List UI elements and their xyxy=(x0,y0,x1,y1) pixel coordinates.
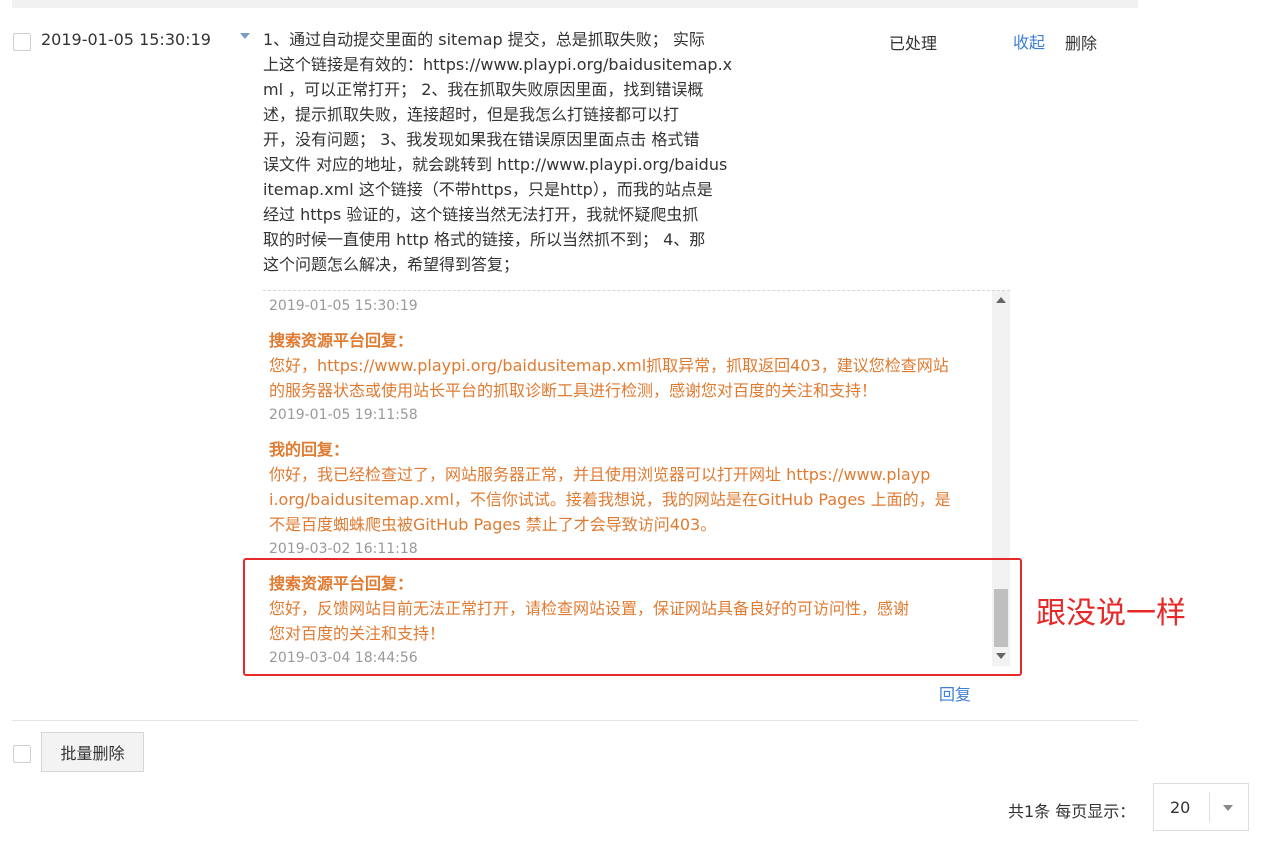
reply-time: 2019-03-02 16:11:18 xyxy=(269,541,418,557)
scrollbar-thumb[interactable] xyxy=(994,589,1008,647)
content-line: ml ，可以正常打开； 2、我在抓取失败原因里面，找到错误概 xyxy=(263,80,704,99)
reply-item: 搜索资源平台回复： 您好，https://www.playpi.org/baid… xyxy=(269,328,987,425)
reply-link[interactable]: 回复 xyxy=(939,681,971,705)
row-checkbox[interactable] xyxy=(13,33,31,51)
expand-caret-icon[interactable] xyxy=(240,33,250,39)
select-all-checkbox[interactable] xyxy=(13,745,31,763)
reply-line: 您好，反馈网站目前无法正常打开，请检查网站设置，保证网站具备良好的可访问性，感谢 xyxy=(269,599,910,618)
reply-line: 您好，https://www.playpi.org/baidusitemap.x… xyxy=(269,356,949,375)
content-line: itemap.xml 这个链接（不带https，只是http），而我的站点是 xyxy=(263,180,713,199)
reply-time: 2019-03-04 18:44:56 xyxy=(269,650,418,666)
reply-item: 搜索资源平台回复： 您好，反馈网站目前无法正常打开，请检查网站设置，保证网站具备… xyxy=(269,571,987,666)
reply-line: 您对百度的关注和支持！ xyxy=(269,624,446,643)
reply-line: 不是百度蜘蛛爬虫被GitHub Pages 禁止了才会导致访问403。 xyxy=(269,515,717,534)
reply-title: 我的回复： xyxy=(269,440,350,459)
annotation-text: 跟没说一样 xyxy=(1036,596,1186,631)
content-line: 这个问题怎么解决，希望得到答复； xyxy=(263,255,520,274)
batch-delete-button[interactable]: 批量删除 xyxy=(41,732,144,772)
pagination-summary: 共1条 每页显示： xyxy=(1008,802,1136,821)
content-line: 误文件 对应的地址，就会跳转到 http://www.playpi.org/ba… xyxy=(263,155,728,174)
collapse-link[interactable]: 收起 xyxy=(1013,29,1045,53)
page-size-select[interactable]: 20 xyxy=(1153,783,1249,831)
content-line: 述，提示抓取失败，连接超时，但是我怎么打链接都可以打 xyxy=(263,105,680,124)
reply-title: 搜索资源平台回复： xyxy=(269,574,414,593)
reply-thread-content: 2019-01-05 15:30:19 搜索资源平台回复： 您好，https:/… xyxy=(269,291,987,666)
reply-item: 我的回复： 你好，我已经检查过了，网站服务器正常，并且使用浏览器可以打开网址 h… xyxy=(269,437,987,559)
reply-line: i.org/baidusitemap.xml，不信你试试。接着我想说，我的网站是… xyxy=(269,490,951,509)
chevron-down-icon[interactable] xyxy=(1223,805,1233,811)
content-line: 开，没有问题； 3、我发现如果我在错误原因里面点击 格式错 xyxy=(263,130,700,149)
thread-start-time: 2019-01-05 15:30:19 xyxy=(269,298,418,314)
top-divider-bar xyxy=(12,0,1138,8)
reply-time: 2019-01-05 19:11:58 xyxy=(269,407,418,423)
feedback-content: 1、通过自动提交里面的 sitemap 提交，总是抓取失败； 实际 上这个链接是… xyxy=(263,27,749,277)
footer-divider xyxy=(12,720,1138,721)
page-size-value: 20 xyxy=(1170,798,1191,817)
content-line: 经过 https 验证的，这个链接当然无法打开，我就怀疑爬虫抓 xyxy=(263,205,699,224)
row-submit-time: 2019-01-05 15:30:19 xyxy=(41,30,211,49)
status-label: 已处理 xyxy=(889,34,938,53)
reply-title: 搜索资源平台回复： xyxy=(269,331,414,350)
reply-scrollbar[interactable] xyxy=(992,291,1010,666)
delete-link[interactable]: 删除 xyxy=(1065,30,1097,54)
content-line: 上这个链接是有效的：https://www.playpi.org/baidusi… xyxy=(263,55,733,74)
reply-thread-panel[interactable]: 2019-01-05 15:30:19 搜索资源平台回复： 您好，https:/… xyxy=(263,290,1010,666)
content-line: 1、通过自动提交里面的 sitemap 提交，总是抓取失败； 实际 xyxy=(263,30,705,49)
content-line: 取的时候一直使用 http 格式的链接，所以当然抓不到； 4、那 xyxy=(263,230,706,249)
scroll-up-icon[interactable] xyxy=(996,297,1006,303)
scroll-down-icon[interactable] xyxy=(996,653,1006,659)
reply-line: 的服务器状态或使用站长平台的抓取诊断工具进行检测，感谢您对百度的关注和支持！ xyxy=(269,381,878,400)
select-separator xyxy=(1209,792,1210,822)
reply-line: 你好，我已经检查过了，网站服务器正常，并且使用浏览器可以打开网址 https:/… xyxy=(269,465,931,484)
